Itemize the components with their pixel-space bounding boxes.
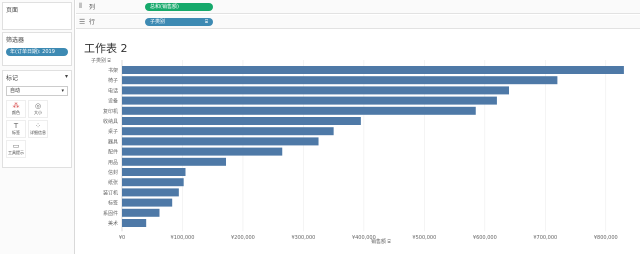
category-label: 椅子 <box>108 77 118 84</box>
x-tick-label: ¥500,000 <box>412 235 436 240</box>
detail-button[interactable]: ⁘ 详细信息 <box>28 120 48 138</box>
columns-shelf: ⦀ 列 总和(销售额) <box>76 0 640 14</box>
label-button[interactable]: T 标签 <box>6 120 26 138</box>
tick-labels: ¥0 ¥100,000 ¥200,000 ¥300,000 ¥400,000 ¥500,0… <box>119 235 618 240</box>
size-icon: ◎ <box>34 102 42 110</box>
bar-信封[interactable] <box>122 168 186 176</box>
bar-系固件[interactable] <box>122 208 160 217</box>
rows-icon: ☰ <box>79 17 86 26</box>
tooltip-button[interactable]: ▭ 工具提示 <box>6 140 26 158</box>
category-label: 信封 <box>108 169 118 176</box>
x-tick-label: ¥700,000 <box>533 235 557 240</box>
category-label: 复印机 <box>103 108 118 115</box>
x-tick-label: ¥300,000 <box>291 235 315 240</box>
label-label: 标签 <box>12 130 20 135</box>
label-icon: T <box>13 122 19 130</box>
color-label: 颜色 <box>12 110 20 115</box>
tooltip-icon: ▭ <box>12 142 20 150</box>
bar-复印机[interactable] <box>122 106 476 115</box>
category-label: 电话 <box>108 87 118 94</box>
bar-装订机[interactable] <box>122 188 179 197</box>
category-label: 纸张 <box>108 179 118 186</box>
bar-chart: 书架椅子电话设备复印机收纳具桌子器具配件用品信封纸张装订机标签系固件美术 ¥0 ¥… <box>103 60 624 240</box>
bar-设备[interactable] <box>122 96 497 105</box>
category-label: 标签 <box>108 200 118 207</box>
marks-type-dropdown[interactable]: 自动 ▾ <box>6 86 68 96</box>
bar-用品[interactable] <box>122 157 227 166</box>
x-tick-label: ¥100,000 <box>171 235 195 240</box>
color-dots-icon: ⁂ <box>12 102 20 110</box>
bar-美术[interactable] <box>122 219 147 227</box>
bar-桌子[interactable] <box>122 127 334 136</box>
category-label: 器具 <box>108 139 118 145</box>
detail-label: 详细信息 <box>30 130 46 135</box>
marks-header: 标记 ▾ <box>3 71 71 84</box>
rows-pill-subcategory[interactable]: 子类别 ⌸ <box>145 17 213 26</box>
axis-title-label: 销售额 <box>371 239 387 245</box>
bar-收纳具[interactable] <box>122 117 361 125</box>
bar-纸张[interactable] <box>122 178 184 187</box>
category-label: 收纳具 <box>103 118 118 125</box>
sort-icon: ⌸ <box>387 239 391 245</box>
bar-椅子[interactable] <box>122 76 558 85</box>
x-tick-label: ¥600,000 <box>473 235 497 240</box>
columns-icon: ⦀ <box>79 2 83 10</box>
marks-card: 标记 ▾ 自动 ▾ ⁂ 颜色 ◎ 大小 T 标签 ⁘ 详细信息 ▭ 工具提示 <box>2 70 72 168</box>
tooltip-label: 工具提示 <box>8 150 24 155</box>
marks-buttons: ⁂ 颜色 ◎ 大小 T 标签 ⁘ 详细信息 ▭ 工具提示 <box>3 98 71 160</box>
size-button[interactable]: ◎ 大小 <box>28 100 48 118</box>
rows-shelf-label: 行 <box>89 19 96 26</box>
chevron-down-icon: ▾ <box>61 88 64 94</box>
bar-书架[interactable] <box>122 66 624 74</box>
marks-type-value: 自动 <box>10 88 21 94</box>
x-tick-label: ¥0 <box>119 235 125 240</box>
category-labels: 书架椅子电话设备复印机收纳具桌子器具配件用品信封纸张装订机标签系固件美术 <box>103 67 118 227</box>
bar-器具[interactable] <box>122 137 319 146</box>
category-label: 系固件 <box>103 210 118 217</box>
bar-配件[interactable] <box>122 147 283 156</box>
filter-pill-year[interactable]: 年(订单日期): 2019 <box>6 48 68 56</box>
category-label: 桌子 <box>108 128 118 135</box>
pages-title: 页面 <box>6 7 19 14</box>
filters-title: 筛选器 <box>6 37 25 44</box>
bar-标签[interactable] <box>122 198 173 207</box>
category-label: 书架 <box>108 67 118 74</box>
category-label: 美术 <box>108 220 118 227</box>
columns-pill-sales[interactable]: 总和(销售额) <box>145 2 213 11</box>
x-tick-label: ¥200,000 <box>231 235 255 240</box>
bars <box>122 66 624 227</box>
rows-shelf: ☰ 行 子类别 ⌸ <box>76 15 640 29</box>
rows-pill-text: 子类别 <box>150 18 166 25</box>
grid-lines <box>121 60 607 232</box>
size-label: 大小 <box>34 110 42 115</box>
marks-title: 标记 <box>6 75 19 82</box>
detail-icon: ⁘ <box>35 122 41 130</box>
left-panel: 页面 筛选器 年(订单日期): 2019 标记 ▾ 自动 ▾ ⁂ 颜色 ◎ 大小 T… <box>0 0 75 254</box>
filters-card: 筛选器 年(订单日期): 2019 <box>2 32 72 66</box>
pages-card: 页面 <box>2 2 72 30</box>
color-button[interactable]: ⁂ 颜色 <box>6 100 26 118</box>
collapse-icon[interactable]: ▾ <box>65 73 68 82</box>
columns-shelf-label: 列 <box>89 4 96 11</box>
x-tick-label: ¥800,000 <box>594 235 618 240</box>
sort-icon: ⌸ <box>204 18 208 25</box>
axis-title[interactable]: 销售额 ⌸ <box>371 238 391 245</box>
category-label: 设备 <box>108 98 118 105</box>
category-label: 用品 <box>108 160 118 166</box>
category-label: 装订机 <box>103 189 118 196</box>
category-label: 配件 <box>108 149 118 156</box>
bar-电话[interactable] <box>122 86 510 95</box>
sheet-title: 工作表 2 <box>84 42 128 55</box>
